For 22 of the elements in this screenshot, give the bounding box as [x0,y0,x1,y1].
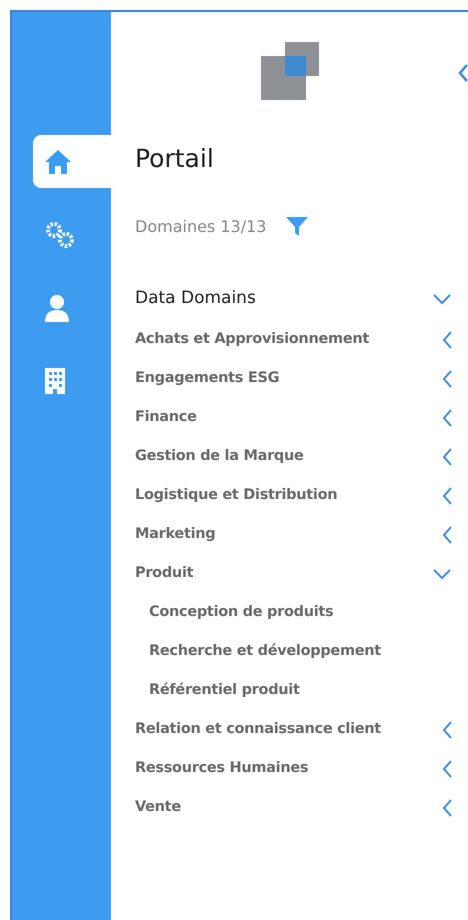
logo-icon [261,40,321,100]
domain-item[interactable]: Engagements ESG [135,359,452,398]
domain-count: Domaines 13/13 [135,216,266,238]
filter-button[interactable] [286,217,308,237]
home-icon [44,148,72,174]
rail-tab[interactable] [33,135,111,188]
domain-item[interactable]: Produit [135,554,452,593]
domain-item[interactable]: Marketing [135,515,452,554]
domain-item[interactable]: Relation et connaissance client [135,710,452,749]
subdomain-link[interactable]: Recherche et développement [135,632,452,671]
subdomain-link[interactable]: Conception de produits [135,593,452,632]
domain-item[interactable]: Ressources Humaines [135,749,452,788]
subdomain-link[interactable]: Référentiel produit [135,671,452,710]
domain-item[interactable]: Vente [135,788,452,827]
section-title: Data Domains [135,287,256,310]
domain-item[interactable]: Logistique et Distribution [135,476,452,515]
domain-item[interactable]: Achats et Approvisionnement [135,320,452,359]
domain-item[interactable]: Gestion de la Marque [135,437,452,476]
page-title: Portail [135,144,214,174]
user-icon [44,294,70,322]
building-icon [44,366,66,394]
domain-item[interactable]: Finance [135,398,452,437]
